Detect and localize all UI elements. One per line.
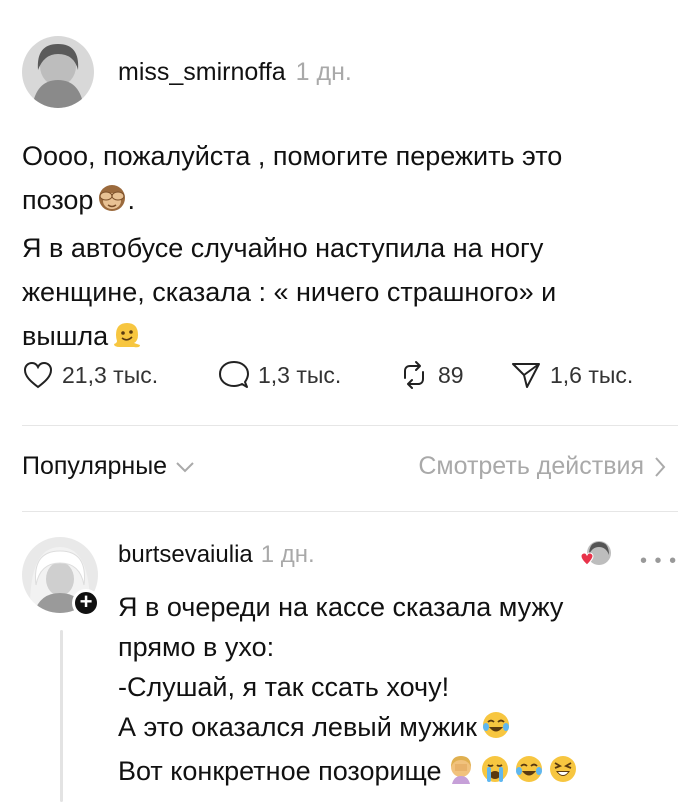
- facepalm-icon: [446, 754, 476, 795]
- follow-plus-button[interactable]: +: [72, 589, 100, 617]
- liked-by-author-avatar: [580, 539, 614, 573]
- repost-count: 89: [438, 361, 464, 388]
- post-time: 1 дн.: [295, 57, 352, 86]
- reply-button[interactable]: 1,3 тыс.: [218, 360, 398, 390]
- comment-line: Вот конкретное позорище: [118, 751, 678, 795]
- share-button[interactable]: 1,6 тыс.: [510, 360, 633, 390]
- loudly-crying-icon: [480, 754, 510, 795]
- post-line: вышла: [22, 314, 672, 362]
- post-line: Оооо, пожалуйста , помогите пережить это: [22, 141, 563, 171]
- comment-line: прямо в ухо:: [118, 632, 275, 662]
- more-options-button[interactable]: • • •: [640, 550, 677, 573]
- laughing-icon: [548, 754, 578, 795]
- post-line: Я в автобусе случайно наступила на ногу: [22, 233, 544, 263]
- view-activity-link[interactable]: Смотреть действия: [418, 452, 666, 481]
- paper-plane-icon: [512, 363, 540, 388]
- comment-line: Я в очереди на кассе сказала мужу: [118, 592, 564, 622]
- divider: [22, 511, 678, 512]
- repost-icon: [404, 361, 424, 389]
- post-author[interactable]: miss_smirnoffa: [118, 58, 286, 87]
- divider: [22, 425, 678, 426]
- tears-of-joy-icon: [514, 754, 544, 795]
- chevron-down-icon: [176, 461, 194, 472]
- repost-button[interactable]: 89: [398, 360, 510, 390]
- comment-text: Я в очереди на кассе сказала мужу прямо …: [118, 587, 678, 795]
- reply-count: 1,3 тыс.: [258, 361, 342, 388]
- sort-label: Популярные: [22, 452, 168, 480]
- sort-bar: Популярные Смотреть действия: [22, 452, 666, 481]
- post-text: Оооо, пожалуйста , помогите пережить это…: [22, 134, 672, 362]
- like-button[interactable]: 21,3 тыс.: [22, 360, 218, 390]
- post-line: позор.: [22, 178, 672, 226]
- share-count: 1,6 тыс.: [550, 361, 634, 388]
- chevron-right-icon: [655, 456, 666, 477]
- author-avatar[interactable]: [22, 36, 94, 108]
- comment-header: burtsevaiulia 1 дн.: [118, 541, 315, 569]
- sort-dropdown[interactable]: Популярные: [22, 452, 195, 481]
- comment-bubble-icon: [219, 361, 249, 388]
- heart-icon: [23, 361, 53, 389]
- melting-face-icon: [112, 318, 142, 362]
- post-line: женщине, сказала : « ничего страшного» и: [22, 277, 557, 307]
- comment-line: А это оказался левый мужик: [118, 707, 678, 751]
- comment-time: 1 дн.: [260, 541, 315, 568]
- like-count: 21,3 тыс.: [62, 361, 159, 388]
- post-stats: 21,3 тыс. 1,3 тыс. 89 1,6 тыс.: [22, 360, 633, 390]
- comment-author[interactable]: burtsevaiulia: [118, 541, 253, 569]
- tears-of-joy-icon: [481, 710, 511, 751]
- thread-line: [60, 630, 63, 802]
- comment-line: -Слушай, я так ссать хочу!: [118, 672, 450, 702]
- post-header: miss_smirnoffa 1 дн.: [22, 36, 352, 108]
- view-activity-label: Смотреть действия: [418, 452, 644, 480]
- see-no-evil-monkey-icon: [97, 182, 127, 226]
